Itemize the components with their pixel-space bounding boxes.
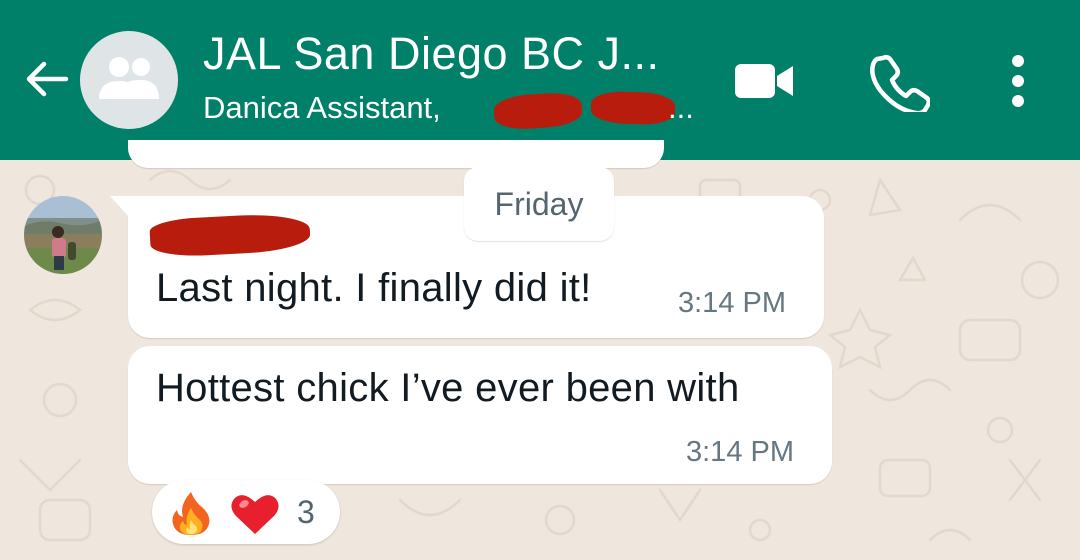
- fire-icon: [172, 492, 210, 535]
- reactions-pill[interactable]: 3: [152, 480, 340, 544]
- sender-name-redacted: [149, 211, 311, 259]
- group-icon: [99, 57, 159, 99]
- reaction-count: 3: [297, 494, 315, 530]
- chat-header: JAL San Diego BC J... Danica Assistant, …: [0, 0, 1080, 160]
- message-timestamp: 3:14 PM: [678, 287, 786, 319]
- phone-icon[interactable]: [870, 52, 930, 112]
- participant-name: Danica Assistant,: [203, 90, 441, 125]
- redaction-mark: [492, 90, 584, 132]
- group-avatar[interactable]: [80, 31, 178, 129]
- bubble-tail: [110, 196, 130, 218]
- chat-title: JAL San Diego BC J...: [203, 28, 660, 79]
- chat-title-block[interactable]: JAL San Diego BC J... Danica Assistant, …: [203, 26, 703, 132]
- arrow-left-icon[interactable]: [22, 54, 72, 104]
- message-bubble[interactable]: Hottest chick I’ve ever been with 3:14 P…: [128, 346, 832, 484]
- chat-participants: Danica Assistant, ...: [203, 88, 703, 132]
- sender-avatar[interactable]: [24, 196, 102, 274]
- message-text: Last night. I finally did it!: [156, 266, 592, 310]
- message-timestamp: 3:14 PM: [686, 436, 794, 468]
- previous-message-bubble[interactable]: [128, 140, 664, 168]
- participants-ellipsis: ...: [668, 90, 694, 125]
- sender-photo: [24, 196, 102, 274]
- message-text: Hottest chick I’ve ever been with: [156, 366, 740, 410]
- redaction-mark: [590, 90, 676, 126]
- video-camera-icon[interactable]: [733, 60, 795, 102]
- heart-icon: [231, 495, 279, 534]
- date-divider: Friday: [464, 167, 614, 241]
- more-vertical-icon[interactable]: [1004, 54, 1032, 108]
